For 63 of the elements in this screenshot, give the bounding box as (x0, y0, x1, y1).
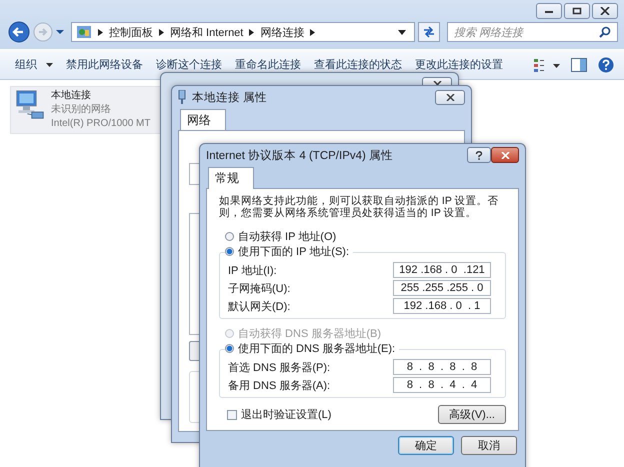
toolbar-button[interactable]: 查看此连接的状态 (311, 54, 405, 75)
maximize-icon (572, 7, 582, 15)
dialog-button[interactable]: 取消 (461, 436, 517, 455)
advanced-button[interactable]: 高级(V)... (438, 405, 506, 424)
search-icon (599, 26, 611, 38)
connection-status: 未识别的网络 (51, 103, 112, 117)
network-computer-icon (15, 89, 45, 121)
dialog-title: Internet 协议版本 4 (TCP/IPv4) 属性 (206, 148, 394, 162)
field-label: 子网掩码(U): (228, 282, 290, 296)
toolbar-button[interactable]: 重命名此连接 (232, 54, 304, 75)
toolbar-button[interactable]: 禁用此网络设备 (63, 54, 146, 75)
dropdown-icon[interactable] (398, 30, 406, 34)
breadcrumb[interactable]: 网络连接 (260, 24, 304, 40)
back-button[interactable] (8, 21, 30, 43)
validate-checkbox[interactable]: 退出时验证设置(L) (227, 407, 332, 422)
ip-field[interactable]: 255 .255 .255 . 0 (393, 280, 491, 296)
field-label: 首选 DNS 服务器(P): (228, 360, 330, 374)
close-icon (600, 7, 610, 15)
dialog-button[interactable]: 确定 (398, 436, 454, 455)
close-button[interactable] (491, 147, 519, 163)
tab[interactable]: 网络 (180, 109, 226, 131)
chevron-icon (310, 28, 316, 36)
maximize-button[interactable] (564, 3, 590, 19)
refresh-icon (422, 26, 436, 38)
connection-name: 本地连接 (51, 89, 92, 103)
close-button[interactable] (592, 3, 618, 19)
network-adapter-icon (178, 90, 186, 104)
preview-pane-icon[interactable] (571, 58, 587, 72)
description-text: 如果网络支持此功能，则可以获取自动指派的 IP 设置。否则，您需要从网络系统管理员处获得适当的 IP 设置。 (219, 195, 500, 219)
help-icon[interactable] (598, 56, 614, 72)
field-label: 备用 DNS 服务器(A): (228, 378, 330, 392)
search-field[interactable]: 搜索 网络连接 (447, 22, 618, 42)
chevron-icon (98, 28, 103, 36)
breadcrumb[interactable]: 控制面板 (109, 24, 153, 40)
help-icon (475, 150, 483, 160)
close-button[interactable] (435, 90, 465, 104)
minimize-button[interactable] (536, 3, 562, 19)
close-icon (446, 94, 454, 100)
field-label: IP 地址(I): (228, 264, 277, 278)
view-options-icon[interactable] (534, 58, 560, 72)
breadcrumb[interactable]: 网络和 Internet (170, 24, 244, 40)
dialog-title: 本地连接 属性 (192, 90, 268, 104)
field-label: 默认网关(D): (228, 300, 290, 314)
address-bar[interactable]: 控制面板 网络和 Internet 网络连接 (71, 22, 415, 42)
toolbar-button[interactable]: 诊断这个连接 (153, 54, 225, 75)
dns-field[interactable]: 8 . 8 . 8 . 8 (393, 359, 491, 375)
radio-option[interactable]: 使用下面的 DNS 服务器地址(E): (225, 341, 400, 356)
ip-field[interactable]: 192 .168 . 0 .121 (393, 262, 491, 278)
help-button[interactable] (467, 147, 491, 163)
dns-field[interactable]: 8 . 8 . 4 . 4 (393, 377, 491, 393)
radio-option[interactable]: 使用下面的 IP 地址(S): (225, 244, 354, 259)
adapter-name: Intel(R) PRO/1000 MT (51, 117, 150, 131)
chevron-icon (159, 28, 164, 36)
caret-icon (46, 62, 53, 66)
close-icon (500, 152, 510, 158)
toolbar-button[interactable]: 组织 (12, 54, 56, 75)
ip-field[interactable]: 192 .168 . 0 . 1 (393, 298, 491, 314)
chevron-icon (249, 28, 254, 36)
refresh-button[interactable] (418, 22, 440, 42)
tab[interactable]: 常规 (208, 167, 254, 189)
history-dropdown-icon[interactable] (56, 29, 64, 35)
minimize-icon (544, 8, 554, 14)
toolbar-button[interactable]: 更改此连接的设置 (412, 54, 506, 75)
